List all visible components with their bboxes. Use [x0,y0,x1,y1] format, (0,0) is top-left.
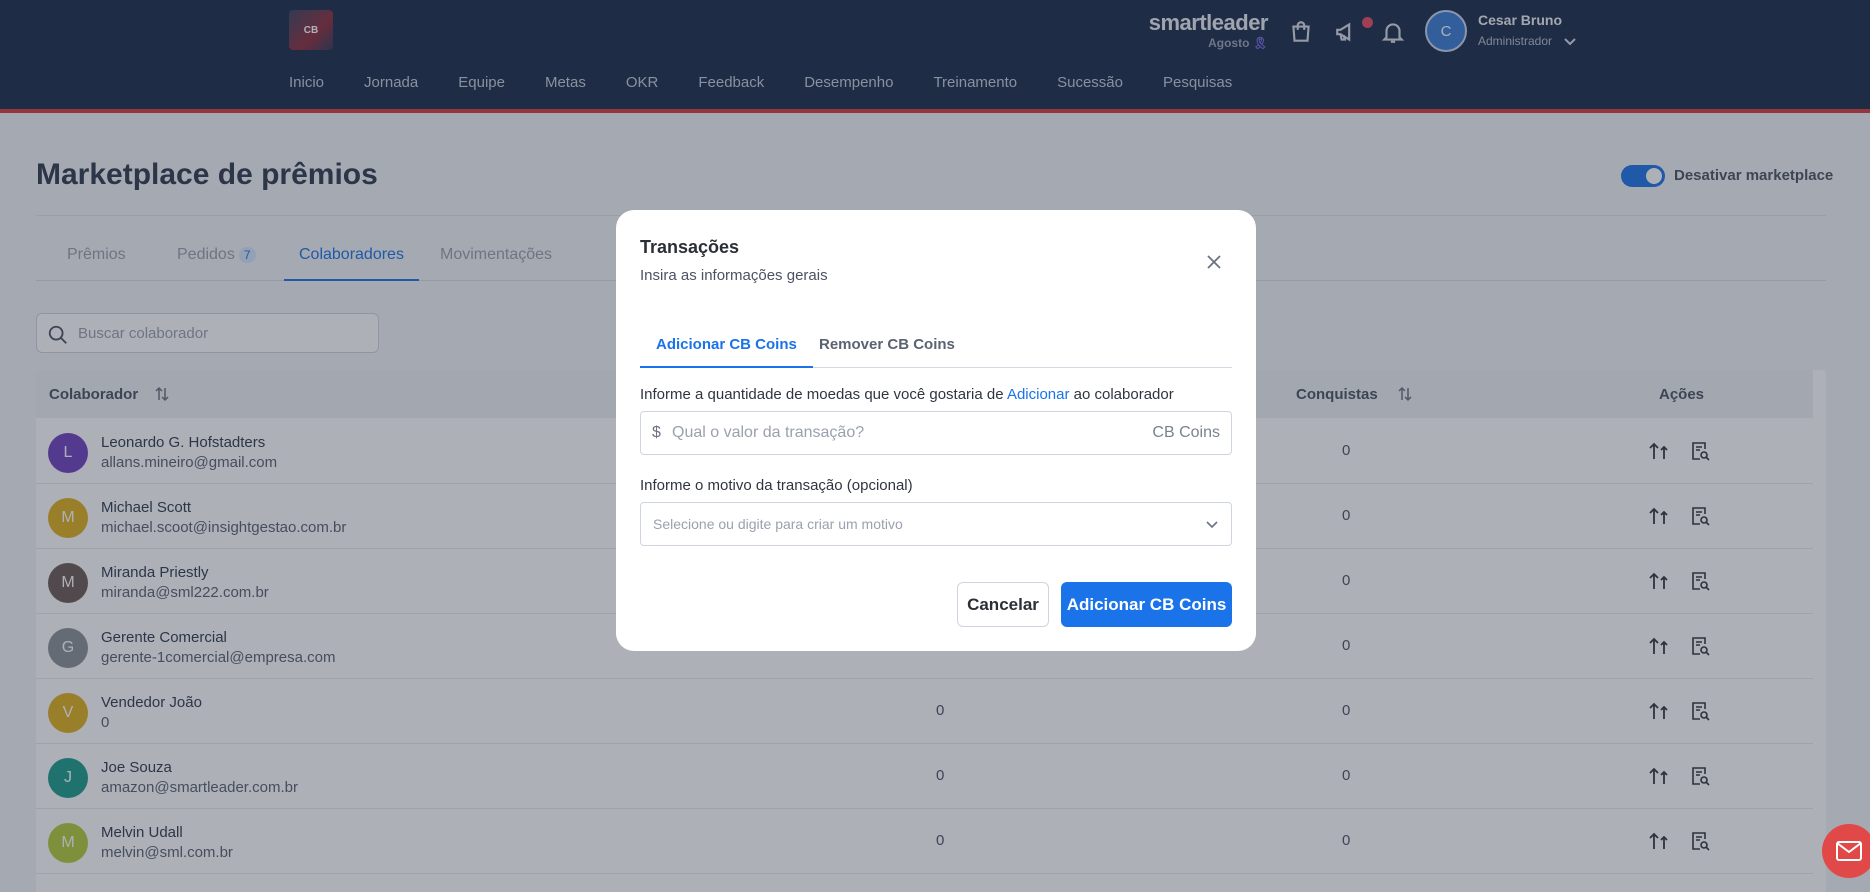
reason-placeholder: Selecione ou digite para criar um motivo [653,516,903,532]
amount-placeholder: Qual o valor da transação? [672,424,865,441]
cancel-button[interactable]: Cancelar [957,582,1049,627]
currency-symbol: $ [652,424,661,441]
modal-tabs: Adicionar CB Coins Remover CB Coins [640,318,1232,368]
modal-title: Transações [640,237,740,257]
chevron-down-icon [1205,517,1219,535]
tab-remove-coins[interactable]: Remover CB Coins [819,336,955,368]
amount-label-suffix: ao colaborador [1073,386,1174,403]
transactions-modal: Transações Insira as informações gerais … [616,210,1256,651]
reason-select[interactable]: Selecione ou digite para criar um motivo [640,502,1232,546]
amount-input[interactable]: $ Qual o valor da transação? CB Coins [640,411,1232,455]
amount-label-prefix: Informe a quantidade de moedas que você … [640,386,1004,403]
amount-label: Informe a quantidade de moedas que você … [640,386,1174,403]
modal-subtitle: Insira as informações gerais [640,267,828,284]
reason-label: Informe o motivo da transação (opcional) [640,477,913,494]
close-icon[interactable] [1206,254,1222,275]
add-coins-button[interactable]: Adicionar CB Coins [1061,582,1232,627]
amount-label-action: Adicionar [1006,386,1070,403]
mail-icon [1836,841,1862,861]
mail-fab-button[interactable] [1822,824,1870,878]
amount-unit: CB Coins [1152,424,1220,441]
tab-add-coins[interactable]: Adicionar CB Coins [640,336,813,368]
